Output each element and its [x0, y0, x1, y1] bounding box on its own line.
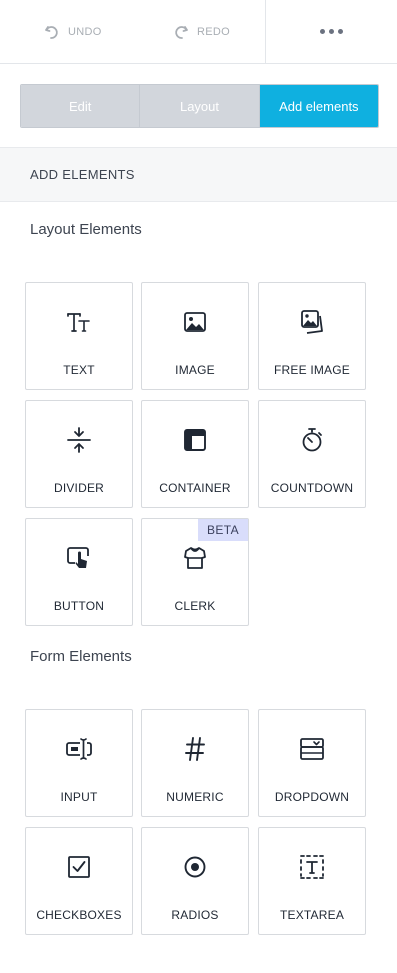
- redo-label: REDO: [197, 25, 230, 38]
- element-tile-numeric[interactable]: NUMERIC: [141, 709, 249, 817]
- textarea-icon: [259, 854, 365, 880]
- undo-label: UNDO: [68, 25, 102, 38]
- tab-add-elements[interactable]: Add elements: [258, 85, 378, 127]
- tile-label: RADIOS: [171, 908, 219, 922]
- free-image-icon: [259, 309, 365, 335]
- container-icon: [142, 427, 248, 453]
- input-field-icon: [26, 736, 132, 762]
- tile-label: FREE IMAGE: [273, 363, 350, 377]
- more-dots-icon: [320, 29, 325, 34]
- tile-label: TEXT: [63, 363, 95, 377]
- redo-icon: [175, 25, 188, 39]
- element-tile-button[interactable]: BUTTON: [25, 518, 133, 626]
- element-tile-free-image[interactable]: FREE IMAGE: [258, 282, 366, 390]
- text-icon: [26, 309, 132, 335]
- tile-label: INPUT: [60, 790, 98, 804]
- tab-edit[interactable]: Edit: [21, 85, 140, 127]
- redo-button[interactable]: REDO: [173, 0, 230, 63]
- checkbox-icon: [26, 854, 132, 880]
- element-tile-radios[interactable]: RADIOS: [141, 827, 249, 935]
- tile-label: CLERK: [174, 599, 216, 613]
- tile-label: TEXTAREA: [279, 908, 345, 922]
- element-tile-divider[interactable]: DIVIDER: [25, 400, 133, 508]
- element-tile-checkboxes[interactable]: CHECKBOXES: [25, 827, 133, 935]
- tile-label: DROPDOWN: [274, 790, 350, 804]
- image-icon: [142, 309, 248, 335]
- beta-badge: BETA: [198, 519, 248, 541]
- element-tile-container[interactable]: CONTAINER: [141, 400, 249, 508]
- form-elements-title: Form Elements: [30, 648, 132, 665]
- mode-switcher: Edit Layout Add elements: [20, 84, 379, 128]
- tile-label: IMAGE: [175, 363, 215, 377]
- element-tile-countdown[interactable]: COUNTDOWN: [258, 400, 366, 508]
- tile-label: COUNTDOWN: [270, 481, 354, 495]
- tile-label: DIVIDER: [53, 481, 105, 495]
- top-toolbar: UNDO REDO: [0, 0, 397, 64]
- divider-icon: [26, 427, 132, 453]
- dropdown-icon: [259, 736, 365, 762]
- section-header: ADD ELEMENTS: [0, 147, 397, 202]
- element-tile-textarea[interactable]: TEXTAREA: [258, 827, 366, 935]
- element-tile-clerk[interactable]: BETA CLERK: [141, 518, 249, 626]
- element-tile-input[interactable]: INPUT: [25, 709, 133, 817]
- element-tile-dropdown[interactable]: DROPDOWN: [258, 709, 366, 817]
- radio-icon: [142, 854, 248, 880]
- more-options-button[interactable]: [266, 0, 397, 63]
- layout-elements-title: Layout Elements: [30, 221, 142, 238]
- undo-icon: [45, 25, 58, 39]
- tile-label: CONTAINER: [159, 481, 231, 495]
- tile-label: BUTTON: [53, 599, 105, 613]
- element-tile-image[interactable]: IMAGE: [141, 282, 249, 390]
- element-tile-text[interactable]: TEXT: [25, 282, 133, 390]
- shirt-icon: [142, 545, 248, 571]
- tile-label: CHECKBOXES: [36, 908, 122, 922]
- tile-label: NUMERIC: [166, 790, 224, 804]
- undo-button[interactable]: UNDO: [44, 0, 102, 63]
- hash-icon: [142, 736, 248, 762]
- stopwatch-icon: [259, 427, 365, 453]
- button-click-icon: [26, 545, 132, 571]
- tab-layout[interactable]: Layout: [139, 85, 259, 127]
